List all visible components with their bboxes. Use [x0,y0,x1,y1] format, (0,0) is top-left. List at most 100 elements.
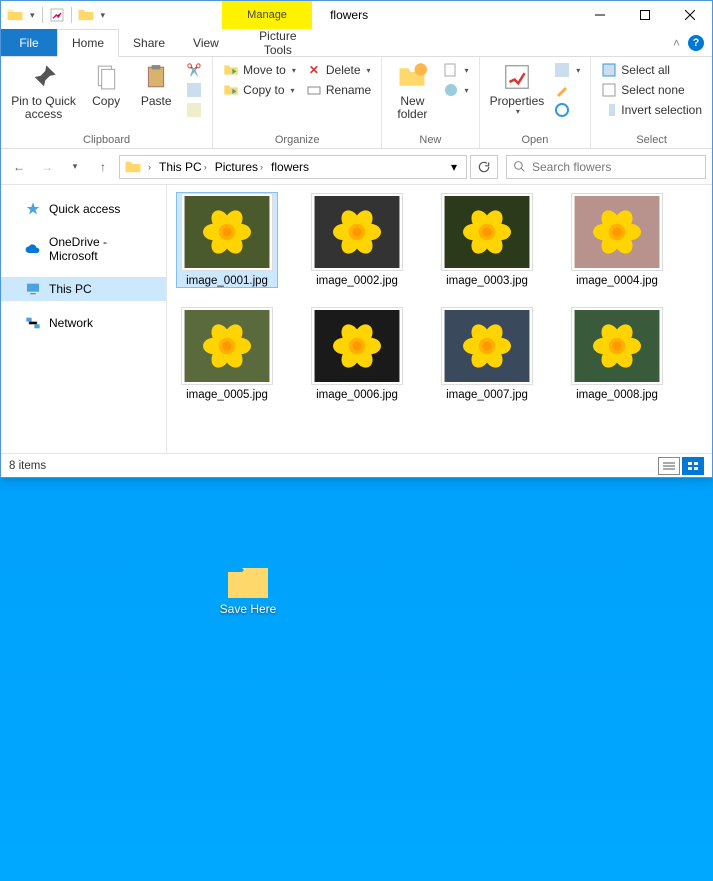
maximize-button[interactable] [622,1,667,29]
file-label: image_0006.jpg [316,389,398,401]
desktop-folder-save-here[interactable]: Save Here [202,562,294,616]
breadcrumb-pictures[interactable]: Pictures› [211,160,267,174]
item-count: 8 items [9,460,46,472]
ribbon-group-new: New folder ▾ ▾ New [382,57,479,148]
navigation-pane: Quick access OneDrive - Microsoft This P… [1,185,167,453]
star-icon [25,201,41,217]
ribbon-group-organize: Move to▾ Copy to▾ ✕Delete▾ Rename Organi… [213,57,382,148]
file-thumbnail [571,307,663,385]
title-bar: ▾ ▾ Manage flowers [1,1,712,29]
cut-button[interactable]: ✂️ [182,61,206,79]
paste-shortcut-button[interactable] [182,101,206,119]
file-item[interactable]: image_0005.jpg [177,307,277,401]
ribbon: Pin to Quick access Copy Paste ✂️ Clipbo… [1,57,712,149]
file-thumbnail [311,307,403,385]
search-input[interactable]: Search flowers [506,155,706,179]
contextual-tab-manage[interactable]: Manage [222,1,312,29]
move-to-button[interactable]: Move to▾ [219,61,300,79]
invert-selection-button[interactable]: Invert selection [597,101,706,119]
copy-button[interactable]: Copy [82,59,130,110]
file-item[interactable]: image_0006.jpg [307,307,407,401]
refresh-button[interactable] [470,155,498,179]
paste-button[interactable]: Paste [132,59,180,110]
file-item[interactable]: image_0002.jpg [307,193,407,287]
nav-network[interactable]: Network [1,311,166,335]
edit-button[interactable] [550,81,584,99]
properties-button[interactable]: Properties▾ [486,59,549,119]
open-button[interactable]: ▾ [550,61,584,79]
file-thumbnail [571,193,663,271]
folder-icon [122,158,144,176]
nav-this-pc[interactable]: This PC [1,277,166,301]
minimize-button[interactable] [577,1,622,29]
file-label: image_0004.jpg [576,275,658,287]
address-bar[interactable]: › This PC› Pictures› flowers ▾ [119,155,467,179]
address-bar-row: ← → ▾ ↑ › This PC› Pictures› flowers ▾ S… [1,149,712,185]
cloud-icon [25,241,41,257]
monitor-icon [25,281,41,297]
forward-button[interactable]: → [35,155,59,179]
window-title: flowers [312,1,577,29]
ribbon-tabs: File Home Share View Picture Tools ˄ ? [1,29,712,57]
back-button[interactable]: ← [7,155,31,179]
status-bar: 8 items [1,453,712,477]
delete-button[interactable]: ✕Delete▾ [302,61,375,79]
file-item[interactable]: image_0008.jpg [567,307,667,401]
copy-to-button[interactable]: Copy to▾ [219,81,300,99]
new-item-button[interactable]: ▾ [439,61,473,79]
folder-icon [224,562,272,602]
breadcrumb-flowers[interactable]: flowers [267,160,313,174]
easy-access-button[interactable]: ▾ [439,81,473,99]
address-dropdown-icon[interactable]: ▾ [444,160,464,174]
qat-customize-icon[interactable]: ▾ [98,10,109,21]
file-list[interactable]: image_0001.jpg image_0002.jpg image_0003… [167,185,712,453]
thumbnails-view-button[interactable] [682,457,704,475]
copy-path-button[interactable] [182,81,206,99]
rename-button[interactable]: Rename [302,81,375,99]
ribbon-collapse-icon[interactable]: ˄ [673,36,680,50]
close-button[interactable] [667,1,712,29]
select-all-button[interactable]: Select all [597,61,706,79]
nav-onedrive[interactable]: OneDrive - Microsoft [1,231,166,267]
tab-home[interactable]: Home [57,29,119,57]
explorer-body: Quick access OneDrive - Microsoft This P… [1,185,712,453]
select-none-button[interactable]: Select none [597,81,706,99]
ribbon-group-label: Select [597,132,706,148]
file-label: image_0008.jpg [576,389,658,401]
ribbon-group-label: Clipboard [7,132,206,148]
file-item[interactable]: image_0001.jpg [177,193,277,287]
file-thumbnail [441,307,533,385]
details-view-button[interactable] [658,457,680,475]
app-icon[interactable] [5,5,25,25]
file-label: image_0007.jpg [446,389,528,401]
pin-to-quick-access-button[interactable]: Pin to Quick access [7,59,80,123]
tab-view[interactable]: View [179,29,233,56]
file-item[interactable]: image_0007.jpg [437,307,537,401]
file-thumbnail [181,307,273,385]
breadcrumb-this-pc[interactable]: This PC› [155,160,211,174]
history-button[interactable] [550,101,584,119]
search-placeholder: Search flowers [532,160,611,174]
file-thumbnail [441,193,533,271]
tab-share[interactable]: Share [119,29,179,56]
ribbon-group-label: Organize [219,132,375,148]
qat-dropdown-icon[interactable]: ▾ [27,10,38,21]
file-label: image_0002.jpg [316,275,398,287]
recent-locations-button[interactable]: ▾ [63,155,87,179]
new-folder-button[interactable]: New folder [388,59,436,123]
ribbon-group-open: Properties▾ ▾ Open [480,57,592,148]
quick-access-toolbar: ▾ ▾ [1,1,112,29]
qat-new-folder-icon[interactable] [76,5,96,25]
help-icon[interactable]: ? [688,35,704,51]
file-explorer-window: ▾ ▾ Manage flowers File Home Share View … [0,0,713,478]
search-icon [513,160,526,173]
file-item[interactable]: image_0004.jpg [567,193,667,287]
nav-quick-access[interactable]: Quick access [1,197,166,221]
up-button[interactable]: ↑ [91,155,115,179]
ribbon-group-select: Select all Select none Invert selection … [591,57,712,148]
tab-picture-tools[interactable]: Picture Tools [233,29,323,56]
file-label: image_0005.jpg [186,389,268,401]
tab-file[interactable]: File [1,29,57,56]
file-item[interactable]: image_0003.jpg [437,193,537,287]
qat-properties-icon[interactable] [47,5,67,25]
